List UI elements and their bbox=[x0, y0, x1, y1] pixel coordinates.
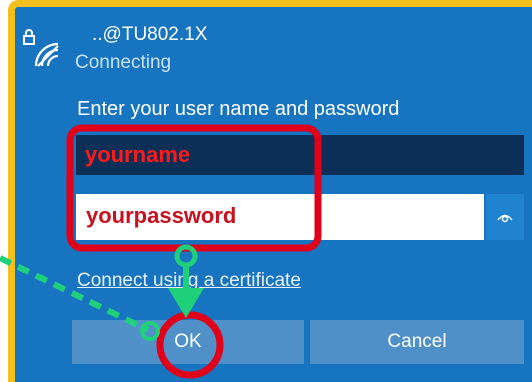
wifi-lock-icon bbox=[23, 29, 59, 67]
connection-status: Connecting bbox=[75, 52, 172, 73]
network-name: ..@TU802.1X bbox=[92, 24, 208, 45]
ok-button[interactable]: OK bbox=[72, 320, 304, 364]
username-field[interactable]: yourname bbox=[76, 135, 524, 175]
cancel-button[interactable]: Cancel bbox=[310, 320, 524, 364]
screenshot-frame: ..@TU802.1X Connecting Enter your user n… bbox=[0, 0, 532, 382]
username-value: yourname bbox=[85, 142, 191, 167]
cancel-button-label: Cancel bbox=[387, 331, 447, 352]
eye-icon bbox=[497, 214, 513, 223]
credentials-prompt: Enter your user name and password bbox=[77, 98, 400, 120]
ok-button-label: OK bbox=[174, 331, 202, 352]
password-field[interactable]: yourpassword bbox=[76, 194, 484, 240]
connect-certificate-link[interactable]: Connect using a certificate bbox=[77, 270, 301, 292]
password-value: yourpassword bbox=[86, 203, 237, 228]
reveal-password-button[interactable] bbox=[486, 194, 524, 240]
